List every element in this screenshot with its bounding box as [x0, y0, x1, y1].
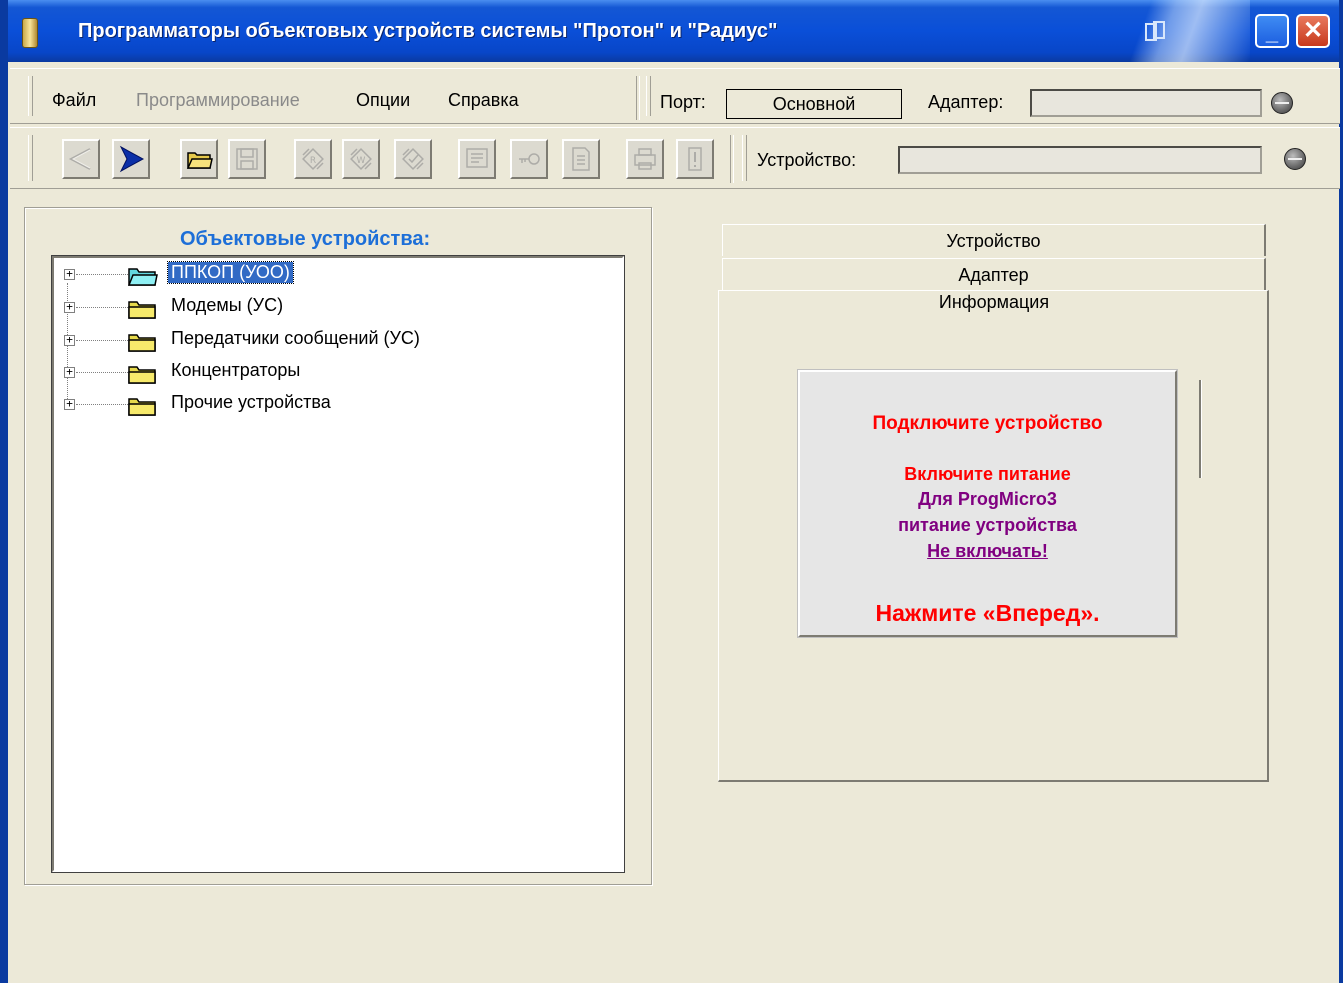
- adapter-label: Адаптер:: [928, 92, 1004, 112]
- document-button[interactable]: [562, 139, 600, 179]
- tree-item-label[interactable]: Концентраторы: [168, 360, 303, 381]
- folder-icon: [128, 366, 156, 384]
- toolbar-separator: [730, 135, 734, 183]
- adapter-status-led-icon: [1271, 92, 1293, 114]
- read-button[interactable]: R: [294, 139, 332, 179]
- device-field: [898, 146, 1262, 174]
- verify-button[interactable]: [394, 139, 432, 179]
- write-chip-icon: W: [350, 148, 372, 170]
- expand-icon[interactable]: +: [64, 301, 75, 313]
- key-button[interactable]: [510, 139, 548, 179]
- folder-icon: [128, 398, 156, 416]
- minimize-button[interactable]: _: [1255, 14, 1289, 48]
- tree-item-label[interactable]: Модемы (УС): [168, 295, 286, 316]
- app-icon[interactable]: [22, 18, 38, 48]
- adapter-field: [1030, 89, 1262, 117]
- save-button[interactable]: [228, 139, 266, 179]
- save-disk-icon: [236, 148, 258, 170]
- tab-device[interactable]: Устройство: [722, 224, 1266, 256]
- toolbar-grip[interactable]: [28, 135, 33, 181]
- info-press-forward: Нажмите «Вперед».: [875, 600, 1100, 626]
- devices-panel-title: Объектовые устройства:: [180, 228, 431, 250]
- info-scrollbar[interactable]: [1199, 380, 1202, 478]
- open-folder-icon: [186, 152, 213, 169]
- info-power-on: Включите питание: [904, 464, 1071, 484]
- expand-icon[interactable]: +: [64, 398, 75, 410]
- open-button[interactable]: [180, 139, 218, 179]
- print-button[interactable]: [626, 139, 664, 179]
- forward-arrow-icon: [119, 145, 145, 173]
- key-icon: [519, 153, 540, 165]
- settings-button[interactable]: [458, 139, 496, 179]
- info-do-not-power: Не включать!: [927, 541, 1048, 561]
- printer-icon: [634, 148, 656, 170]
- menu-help[interactable]: Справка: [448, 90, 519, 111]
- forward-button[interactable]: [112, 139, 150, 179]
- expand-icon[interactable]: +: [64, 366, 75, 378]
- port-field[interactable]: Основной: [726, 89, 902, 119]
- write-button[interactable]: W: [342, 139, 380, 179]
- expand-icon[interactable]: +: [64, 268, 75, 280]
- title-decoration: [1100, 0, 1250, 62]
- info-icon: [688, 147, 702, 171]
- svg-text:W: W: [357, 156, 366, 166]
- info-button[interactable]: [676, 139, 714, 179]
- info-device-power: питание устройства: [898, 515, 1077, 535]
- folder-icon: [128, 334, 156, 352]
- tab-adapter[interactable]: Адаптер: [722, 258, 1266, 290]
- tree-item-label[interactable]: Прочие устройства: [168, 392, 334, 413]
- device-label: Устройство:: [757, 150, 857, 170]
- expand-icon[interactable]: +: [64, 334, 75, 346]
- close-button[interactable]: ✕: [1296, 14, 1330, 48]
- window-title: Программаторы объектовых устройств систе…: [78, 20, 778, 42]
- device-status-led-icon: [1284, 148, 1306, 170]
- settings-list-icon: [466, 148, 488, 168]
- info-progmicro: Для ProgMicro3: [918, 489, 1057, 509]
- menu-programming[interactable]: Программирование: [136, 90, 300, 111]
- connection-grip[interactable]: [646, 76, 651, 116]
- device-grip[interactable]: [742, 135, 747, 181]
- document-icon: [572, 147, 590, 171]
- minimize-icon: _: [1265, 20, 1279, 45]
- port-label: Порт:: [660, 92, 706, 112]
- folder-icon: [128, 301, 156, 319]
- menu-separator: [636, 76, 640, 120]
- menu-file[interactable]: Файл: [52, 90, 96, 111]
- svg-text:R: R: [310, 156, 316, 166]
- window-icon: [1140, 20, 1172, 44]
- info-connect-device: Подключите устройство: [872, 413, 1103, 434]
- menu-options[interactable]: Опции: [356, 90, 410, 111]
- close-icon: ✕: [1302, 17, 1324, 44]
- back-button[interactable]: [62, 139, 100, 179]
- window-left-border: [0, 0, 8, 983]
- read-chip-icon: R: [302, 148, 324, 170]
- verify-chip-icon: [402, 148, 424, 170]
- back-arrow-icon: [68, 148, 91, 170]
- menu-grip[interactable]: [28, 76, 33, 116]
- open-folder-icon: [128, 268, 158, 286]
- tree-item-label[interactable]: ППКОП (УОО): [167, 261, 294, 284]
- tree-item-label[interactable]: Передатчики сообщений (УС): [168, 328, 423, 349]
- tab-info[interactable]: Информация: [722, 292, 1266, 313]
